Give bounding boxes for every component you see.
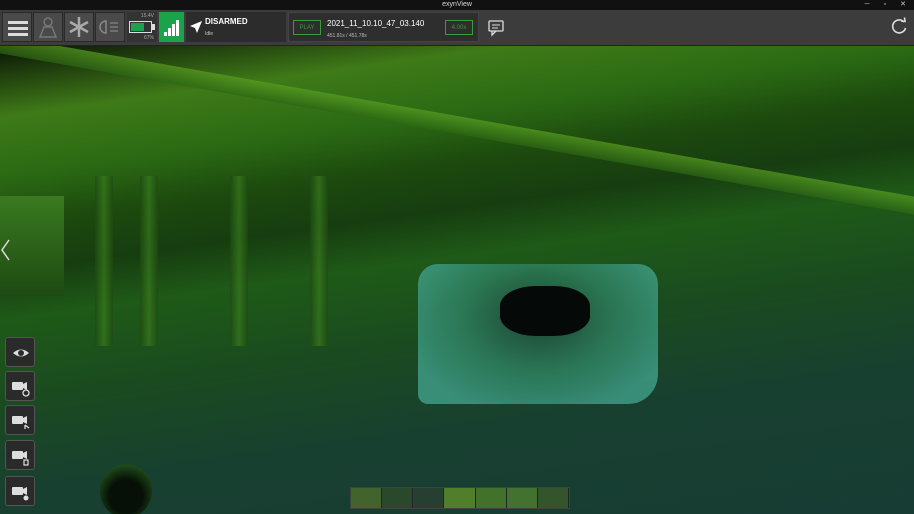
light-button[interactable] <box>95 12 125 42</box>
asterisk-button[interactable] <box>64 12 94 42</box>
battery-percent: 67% <box>143 35 154 41</box>
eye-icon <box>13 349 29 357</box>
top-toolbar: 15.4V 67% DISARMED Idle PLAY 2021_11_10.… <box>0 10 914 46</box>
thumbnail[interactable] <box>382 488 414 508</box>
log-filename: 2021_11_10.10_47_03.140 <box>327 19 425 28</box>
signal-indicator <box>159 12 184 42</box>
playback-controls: PLAY 2021_11_10.10_47_03.140 451.81s / 4… <box>288 12 479 42</box>
messages-button[interactable] <box>484 12 508 42</box>
camera-follow-icon <box>12 451 29 466</box>
thumbnail[interactable] <box>506 488 538 508</box>
maximize-button[interactable]: ▫ <box>884 0 886 10</box>
thumbnail[interactable] <box>351 488 383 508</box>
arm-state: DISARMED <box>205 17 248 26</box>
camera-pan-button[interactable] <box>5 405 35 435</box>
play-button[interactable]: PLAY <box>293 20 321 35</box>
battery-indicator: 15.4V 67% <box>127 12 157 42</box>
point-cloud-viewport[interactable] <box>0 46 914 514</box>
menu-button[interactable] <box>2 12 32 42</box>
timeline-thumbnails[interactable] <box>350 487 570 509</box>
operator-button[interactable] <box>33 12 63 42</box>
tunnel-depth <box>500 286 590 336</box>
camera-walk-icon <box>12 487 29 501</box>
arm-status: DISARMED Idle <box>186 12 286 42</box>
chat-icon <box>488 20 504 37</box>
camera-rotate-button[interactable] <box>5 371 35 401</box>
camera-follow-button[interactable] <box>5 440 35 470</box>
asterisk-icon <box>69 17 89 37</box>
battery-voltage: 15.4V <box>140 13 154 19</box>
operator-icon <box>38 17 58 38</box>
thumbnail[interactable] <box>475 488 507 508</box>
signal-strength-icon <box>164 20 179 36</box>
chevron-left-icon[interactable] <box>0 238 12 262</box>
battery-icon <box>129 21 155 33</box>
headlight-icon <box>99 20 118 34</box>
arm-substate: Idle <box>205 31 214 37</box>
rock <box>100 464 152 514</box>
thumbnail[interactable] <box>537 488 569 508</box>
camera-walk-button[interactable] <box>5 476 35 506</box>
playback-time: 451.81s / 451.78s <box>327 33 367 39</box>
refresh-button[interactable] <box>886 12 912 42</box>
camera-pan-icon <box>12 416 30 429</box>
close-button[interactable]: ✕ <box>900 0 906 10</box>
thumbnail[interactable] <box>444 488 476 508</box>
thumbnail[interactable] <box>413 488 445 508</box>
window-titlebar: exynView ─ ▫ ✕ <box>0 0 914 10</box>
paper-plane-icon <box>190 21 202 33</box>
camera-rotate-icon <box>12 382 30 397</box>
view-toggle-button[interactable] <box>5 337 35 367</box>
window-title: exynView <box>442 1 472 8</box>
minimize-button[interactable]: ─ <box>865 0 870 10</box>
refresh-icon <box>891 17 907 34</box>
playback-speed-button[interactable]: 4.00x <box>445 20 473 35</box>
